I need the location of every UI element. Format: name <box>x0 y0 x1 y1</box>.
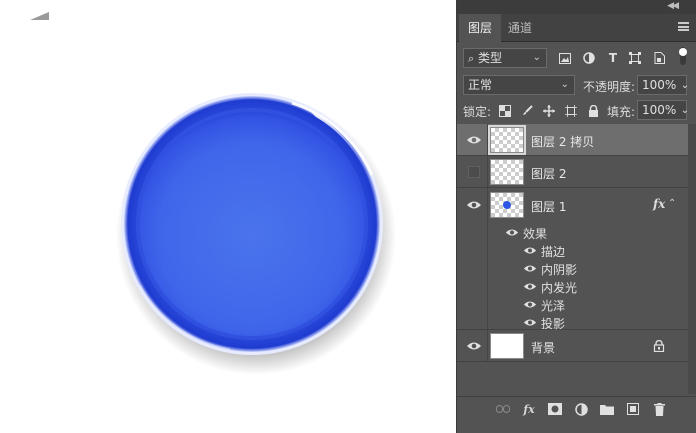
layers-bottom-toolbar: fx <box>457 396 696 420</box>
adjustment-layer-icon[interactable] <box>573 401 589 417</box>
eye-icon[interactable] <box>466 340 482 352</box>
fill-chevron-down-icon[interactable]: ⌄ <box>677 102 693 118</box>
chevron-down-icon: ⌄ <box>532 52 541 63</box>
eye-icon[interactable] <box>523 281 537 292</box>
eye-icon[interactable] <box>523 317 537 328</box>
opacity-chevron-down-icon[interactable]: ⌄ <box>677 77 693 93</box>
opacity-value: 100% <box>642 78 677 92</box>
lock-transparent-pixels-icon[interactable] <box>497 103 513 119</box>
filter-type-icon[interactable]: T <box>605 50 621 66</box>
layer-name: 背景 <box>531 341 556 355</box>
layers-scrollbar[interactable] <box>688 124 696 394</box>
panel-tabs: 图层 通道 <box>457 14 696 42</box>
collapse-panel-icon[interactable]: ◀◀ <box>667 1 679 11</box>
eye-icon[interactable] <box>466 134 482 146</box>
blue-dot-thumbnail <box>503 201 511 209</box>
lock-all-icon[interactable] <box>585 103 601 119</box>
eye-icon[interactable] <box>466 199 482 211</box>
filter-kind-label: 类型 <box>478 51 503 65</box>
layer-effects-indicator[interactable]: fx <box>653 197 665 211</box>
lock-position-icon[interactable] <box>541 103 557 119</box>
tab-layers[interactable]: 图层 <box>459 14 502 42</box>
panel-footer <box>457 420 696 433</box>
effects-header-label: 效果 <box>523 227 548 241</box>
fill-value: 100% <box>642 103 677 117</box>
layer-row-layer2-copy[interactable]: 图层 2 拷贝 <box>457 124 689 156</box>
canvas-corner-mark <box>30 12 49 20</box>
panel-title-bar: ◀◀ <box>457 0 696 14</box>
delete-icon[interactable] <box>651 401 667 417</box>
layer-row-layer2[interactable]: 图层 2 <box>457 156 689 188</box>
filter-toggle-icon[interactable] <box>675 47 691 65</box>
document-canvas[interactable] <box>0 0 452 433</box>
filter-pixel-icon[interactable] <box>557 50 573 66</box>
link-layers-icon[interactable] <box>495 401 511 417</box>
fx-icon[interactable]: fx <box>521 401 537 417</box>
layer-name: 图层 2 拷贝 <box>531 135 595 149</box>
filter-adjustment-icon[interactable] <box>581 50 597 66</box>
layer-row-layer1[interactable]: 图层 1 fx ⌃ 效果 描边 内阴影 内发光 光泽 投影 <box>457 188 689 331</box>
layers-list: 图层 2 拷贝 图层 2 图层 1 fx ⌃ 效果 描边 内阴影 内发光 光泽 … <box>457 124 689 394</box>
effect-label: 描边 <box>541 245 566 259</box>
divider <box>487 188 488 329</box>
lock-image-pixels-icon[interactable] <box>519 103 535 119</box>
blend-mode-value: 正常 <box>468 78 493 92</box>
layer-name: 图层 2 <box>531 167 567 181</box>
new-group-icon[interactable] <box>599 401 615 417</box>
chevron-down-icon: ⌄ <box>560 79 569 90</box>
eye-icon[interactable] <box>523 299 537 310</box>
search-icon: ⌕ <box>468 52 475 65</box>
effect-label: 内阴影 <box>541 263 578 277</box>
divider <box>487 156 488 187</box>
layers-panel: ◀◀ 图层 通道 ⌕ 类型 ⌄ T 正常 ⌄ 不透明度: 100% ⌄ 锁定: <box>456 0 696 433</box>
blend-mode-select[interactable]: 正常 ⌄ <box>463 75 575 95</box>
tab-channels[interactable]: 通道 <box>499 14 541 42</box>
eye-icon[interactable] <box>523 245 537 256</box>
panel-menu-icon[interactable] <box>678 22 689 31</box>
filter-shape-icon[interactable] <box>627 50 643 66</box>
eye-icon[interactable] <box>523 263 537 274</box>
new-layer-icon[interactable] <box>625 401 641 417</box>
layer-thumbnail <box>488 125 526 155</box>
lock-icon <box>653 340 665 352</box>
blue-glass-button-artwork <box>116 93 396 375</box>
eye-icon[interactable] <box>505 227 519 238</box>
lock-label: 锁定: <box>463 105 492 119</box>
layer-name: 图层 1 <box>531 200 567 214</box>
effect-label: 光泽 <box>541 299 566 313</box>
layer-thumbnail <box>490 159 524 185</box>
opacity-label: 不透明度: <box>583 80 636 94</box>
divider <box>487 124 488 155</box>
layer-filter-select[interactable]: ⌕ 类型 ⌄ <box>463 48 547 68</box>
effect-label: 内发光 <box>541 281 578 295</box>
layer-thumbnail <box>490 192 524 218</box>
layer-thumbnail <box>490 333 524 359</box>
fill-label: 填充: <box>607 105 636 119</box>
add-mask-icon[interactable] <box>547 401 563 417</box>
filter-smart-object-icon[interactable] <box>651 50 667 66</box>
collapse-effects-icon[interactable]: ⌃ <box>668 198 676 209</box>
visibility-off-box[interactable] <box>468 166 480 178</box>
divider <box>487 330 488 361</box>
lock-artboard-icon[interactable] <box>563 103 579 119</box>
layer-row-background[interactable]: 背景 <box>457 330 689 362</box>
